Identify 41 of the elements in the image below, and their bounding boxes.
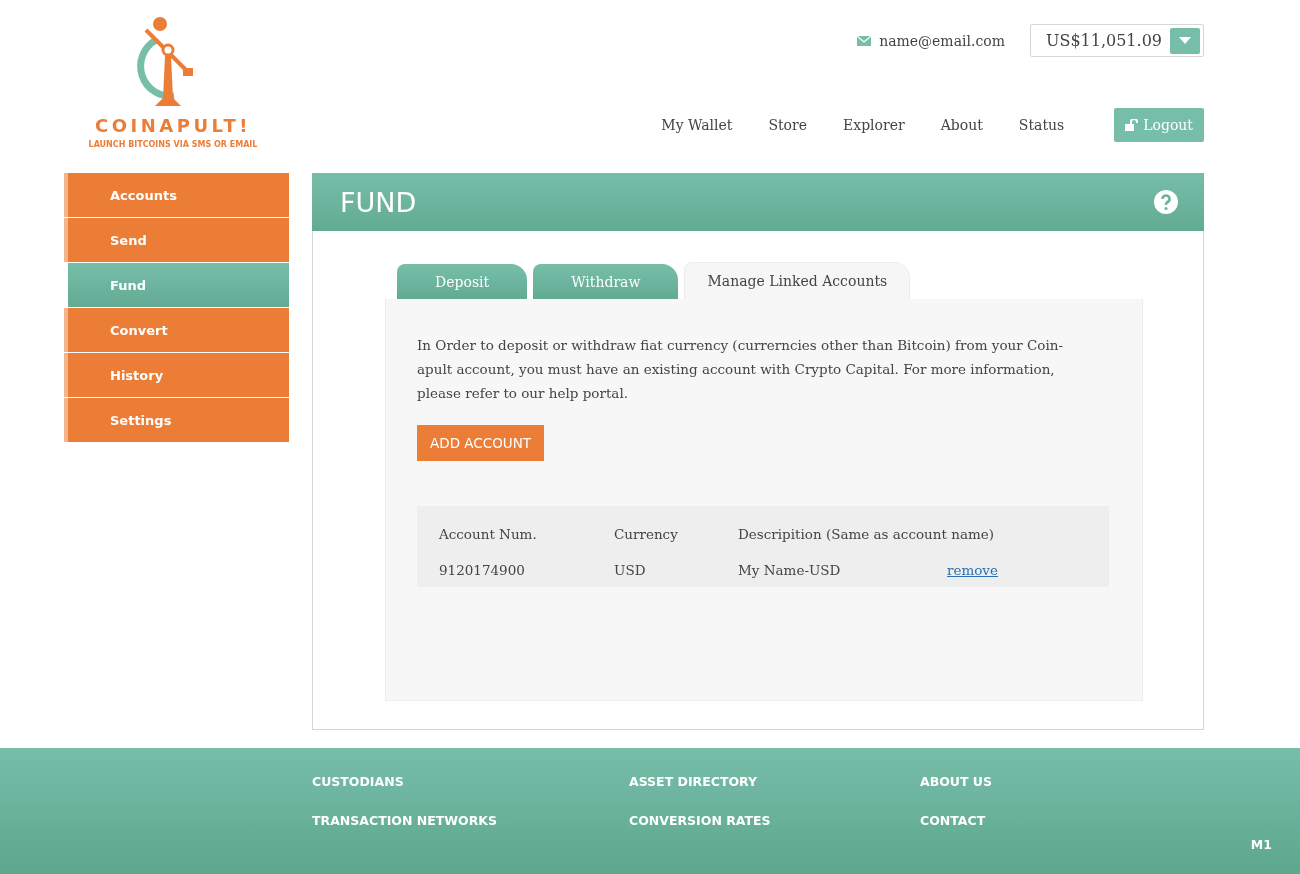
add-account-button[interactable]: ADD ACCOUNT — [417, 425, 545, 461]
sidebar-item[interactable]: Accounts — [64, 173, 289, 217]
footer-link[interactable]: ABOUT US — [920, 774, 992, 789]
tab[interactable]: Withdraw — [533, 264, 679, 299]
remove-link[interactable]: remove — [947, 562, 998, 578]
footer-link[interactable]: ASSET DIRECTORY — [629, 774, 920, 789]
intro-paragraph: In Order to deposit or withdraw fiat currency (currerncies other than Bitcoin) from your Coin-apult account, you must have an existing account with Crypto Capital. For more information, please refer to our help portal. — [417, 336, 1064, 403]
help-icon[interactable] — [1154, 190, 1178, 214]
logo-wordmark: COINAPULT! — [95, 115, 251, 136]
footer-version-label: M1 — [1250, 837, 1272, 852]
nav-link[interactable]: About — [940, 117, 983, 133]
unlock-icon — [1125, 119, 1139, 131]
dropdown-button[interactable] — [1170, 27, 1200, 54]
sidebar-item[interactable]: Send — [64, 218, 289, 262]
caret-icon — [1179, 37, 1191, 44]
table-cell-text: 9120174900 — [438, 562, 526, 578]
footer-link[interactable]: TRANSACTION NETWORKS — [312, 813, 629, 828]
panel-title: FUND — [340, 186, 417, 218]
footer-link[interactable]: CONVERSION RATES — [629, 813, 920, 828]
footer-link[interactable]: CONTACT — [920, 813, 992, 828]
column-header: Currency — [614, 526, 679, 542]
user-email: name@email.com — [879, 32, 1005, 49]
sidebar-item[interactable]: Convert — [64, 308, 289, 352]
nav-link[interactable]: Store — [768, 117, 808, 133]
balance-dropdown[interactable]: US$11,051.09 — [1029, 24, 1204, 57]
balance-amount: US$11,051.09 — [1045, 31, 1162, 50]
logout-button[interactable]: Logout — [1114, 108, 1204, 142]
nav-link[interactable]: Explorer — [843, 117, 905, 133]
nav-link[interactable]: My Wallet — [661, 117, 733, 133]
tab[interactable]: Deposit — [397, 264, 528, 299]
sidebar-item[interactable]: Settings — [64, 398, 289, 442]
column-header: Descripition (Same as account name) — [738, 526, 994, 542]
sidebar-item[interactable]: History — [64, 353, 289, 397]
tab[interactable]: Manage Linked Accounts — [684, 262, 911, 299]
table-cell-text: My Name-USD — [738, 562, 842, 578]
footer-link[interactable]: CUSTODIANS — [312, 774, 629, 789]
table-cell-text: USD — [614, 562, 647, 578]
column-header: Account Num. — [438, 526, 538, 542]
nav-link[interactable]: Status — [1018, 117, 1065, 133]
envelope-icon — [857, 35, 872, 46]
logo-tagline: LAUNCH BITCOINS VIA SMS OR EMAIL — [88, 140, 258, 149]
